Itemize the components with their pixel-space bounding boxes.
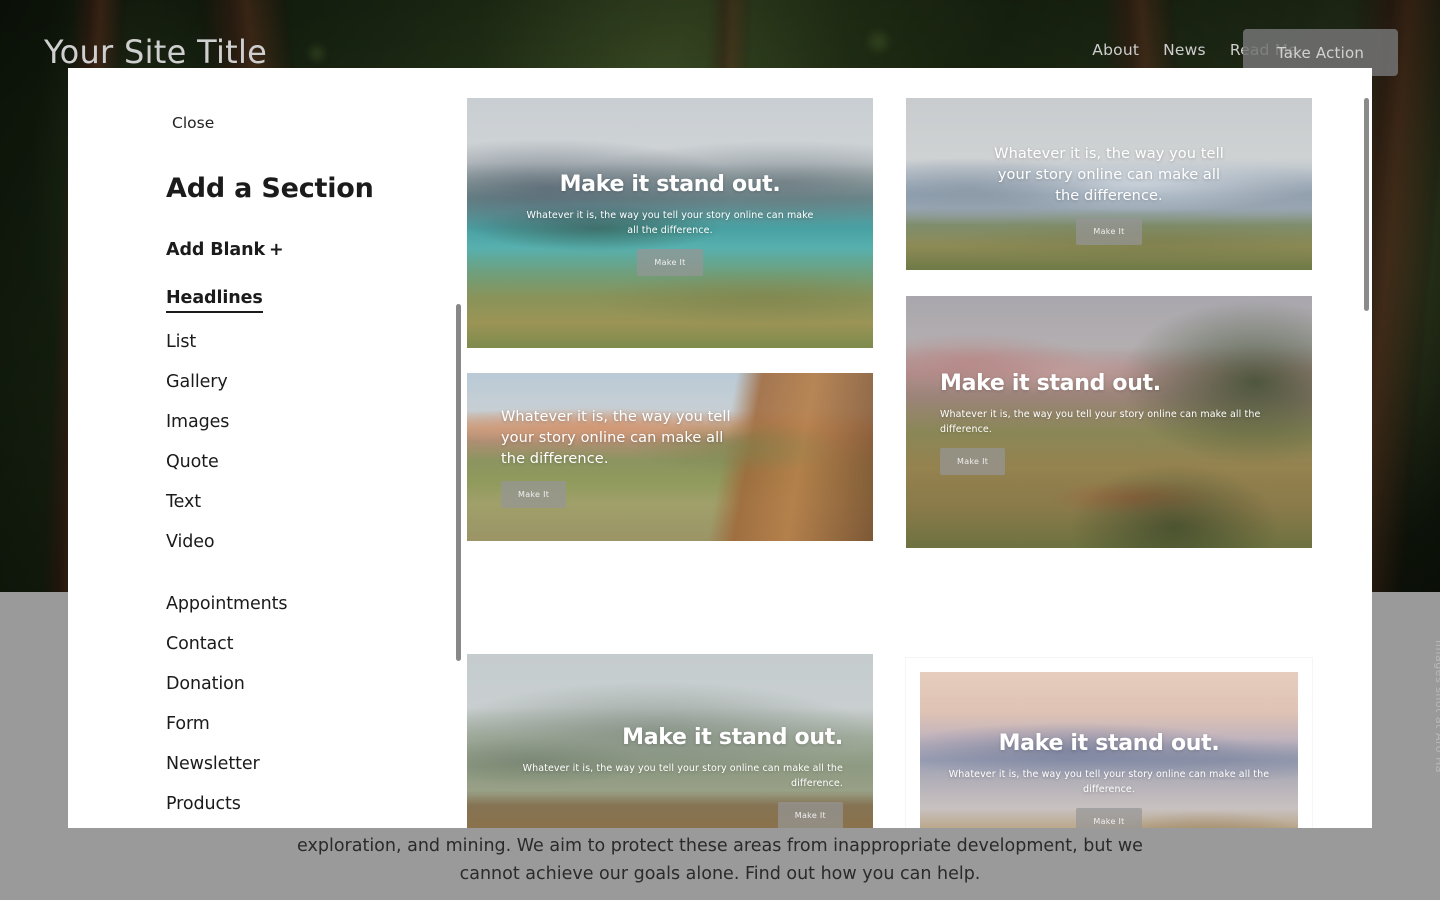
sidebar-item-gallery[interactable]: Gallery xyxy=(166,371,228,393)
sidebar-item-contact[interactable]: Contact xyxy=(166,633,233,655)
add-section-modal: Close Add a Section Add Blank + Headlines… xyxy=(68,68,1372,828)
template-subtitle: Whatever it is, the way you tell your st… xyxy=(522,762,843,789)
image-credit-label: Images shot at Aro Ha xyxy=(1433,640,1440,774)
template-cta-button[interactable]: Make It xyxy=(501,480,567,508)
template-headline: Make it stand out. xyxy=(940,370,1161,396)
modal-title: Add a Section xyxy=(166,173,374,204)
sidebar-item-images[interactable]: Images xyxy=(166,411,229,433)
sidebar-item-appointments[interactable]: Appointments xyxy=(166,593,288,615)
sidebar-item-form[interactable]: Form xyxy=(166,713,210,735)
nav-link-news[interactable]: News xyxy=(1163,41,1206,59)
template-card[interactable]: Make it stand out. Whatever it is, the w… xyxy=(906,658,1312,828)
sidebar-item-donation[interactable]: Donation xyxy=(166,673,245,695)
sidebar-scrollbar[interactable] xyxy=(456,304,461,661)
sidebar-item-list[interactable]: List xyxy=(166,331,196,353)
template-overlay: Make it stand out. Whatever it is, the w… xyxy=(467,654,873,828)
modal-sidebar: Close Add a Section Add Blank + Headlines… xyxy=(68,68,463,828)
template-overlay: Whatever it is, the way you tell your st… xyxy=(906,98,1312,270)
template-card[interactable]: Make it stand out. Whatever it is, the w… xyxy=(467,98,873,348)
template-gallery: Make it stand out. Whatever it is, the w… xyxy=(463,68,1372,828)
sidebar-item-text[interactable]: Text xyxy=(166,491,201,513)
template-cta-button[interactable]: Make It xyxy=(1076,218,1142,245)
template-cta-button[interactable]: Make It xyxy=(1076,807,1142,828)
template-overlay: Make it stand out. Whatever it is, the w… xyxy=(906,296,1312,548)
site-title: Your Site Title xyxy=(44,33,268,71)
add-blank-button[interactable]: Add Blank + xyxy=(166,240,463,260)
template-subtitle: Whatever it is, the way you tell your st… xyxy=(994,146,1224,204)
sidebar-item-quote[interactable]: Quote xyxy=(166,451,219,473)
sidebar-item-newsletter[interactable]: Newsletter xyxy=(166,753,260,775)
section-type-list[interactable]: Add Blank + Headlines List Gallery Images… xyxy=(68,240,463,828)
nav-link-about[interactable]: About xyxy=(1092,41,1139,59)
sidebar-item-headlines[interactable]: Headlines xyxy=(166,287,263,313)
template-headline: Make it stand out. xyxy=(998,730,1220,756)
sidebar-group-divider xyxy=(166,571,463,593)
sidebar-item-video[interactable]: Video xyxy=(166,531,215,553)
template-card[interactable]: Make it stand out. Whatever it is, the w… xyxy=(467,654,873,828)
plus-icon: + xyxy=(269,240,284,260)
template-overlay: Make it stand out. Whatever it is, the w… xyxy=(467,98,873,348)
add-blank-label: Add Blank xyxy=(166,240,266,260)
template-card[interactable]: Make it stand out. Whatever it is, the w… xyxy=(906,296,1312,548)
template-overlay: Make it stand out. Whatever it is, the w… xyxy=(906,658,1312,828)
template-grid: Make it stand out. Whatever it is, the w… xyxy=(463,98,1336,828)
template-headline: Make it stand out. xyxy=(559,171,781,197)
template-subtitle: Whatever it is, the way you tell your st… xyxy=(948,768,1270,795)
template-cta-button[interactable]: Make It xyxy=(637,248,703,276)
sidebar-item-products[interactable]: Products xyxy=(166,793,241,815)
close-button[interactable]: Close xyxy=(172,114,214,132)
template-subtitle: Whatever it is, the way you tell your st… xyxy=(526,209,814,236)
template-headline: Make it stand out. xyxy=(622,724,843,750)
template-cta-button[interactable]: Make It xyxy=(777,801,843,828)
template-subtitle: Whatever it is, the way you tell your st… xyxy=(940,408,1261,435)
gallery-scrollbar[interactable] xyxy=(1364,98,1369,311)
template-card[interactable]: Whatever it is, the way you tell your st… xyxy=(467,373,873,541)
template-overlay: Whatever it is, the way you tell your st… xyxy=(467,373,873,541)
template-subtitle: Whatever it is, the way you tell your st… xyxy=(501,408,731,467)
template-cta-button[interactable]: Make It xyxy=(940,447,1006,475)
template-card[interactable]: Whatever it is, the way you tell your st… xyxy=(906,98,1312,270)
